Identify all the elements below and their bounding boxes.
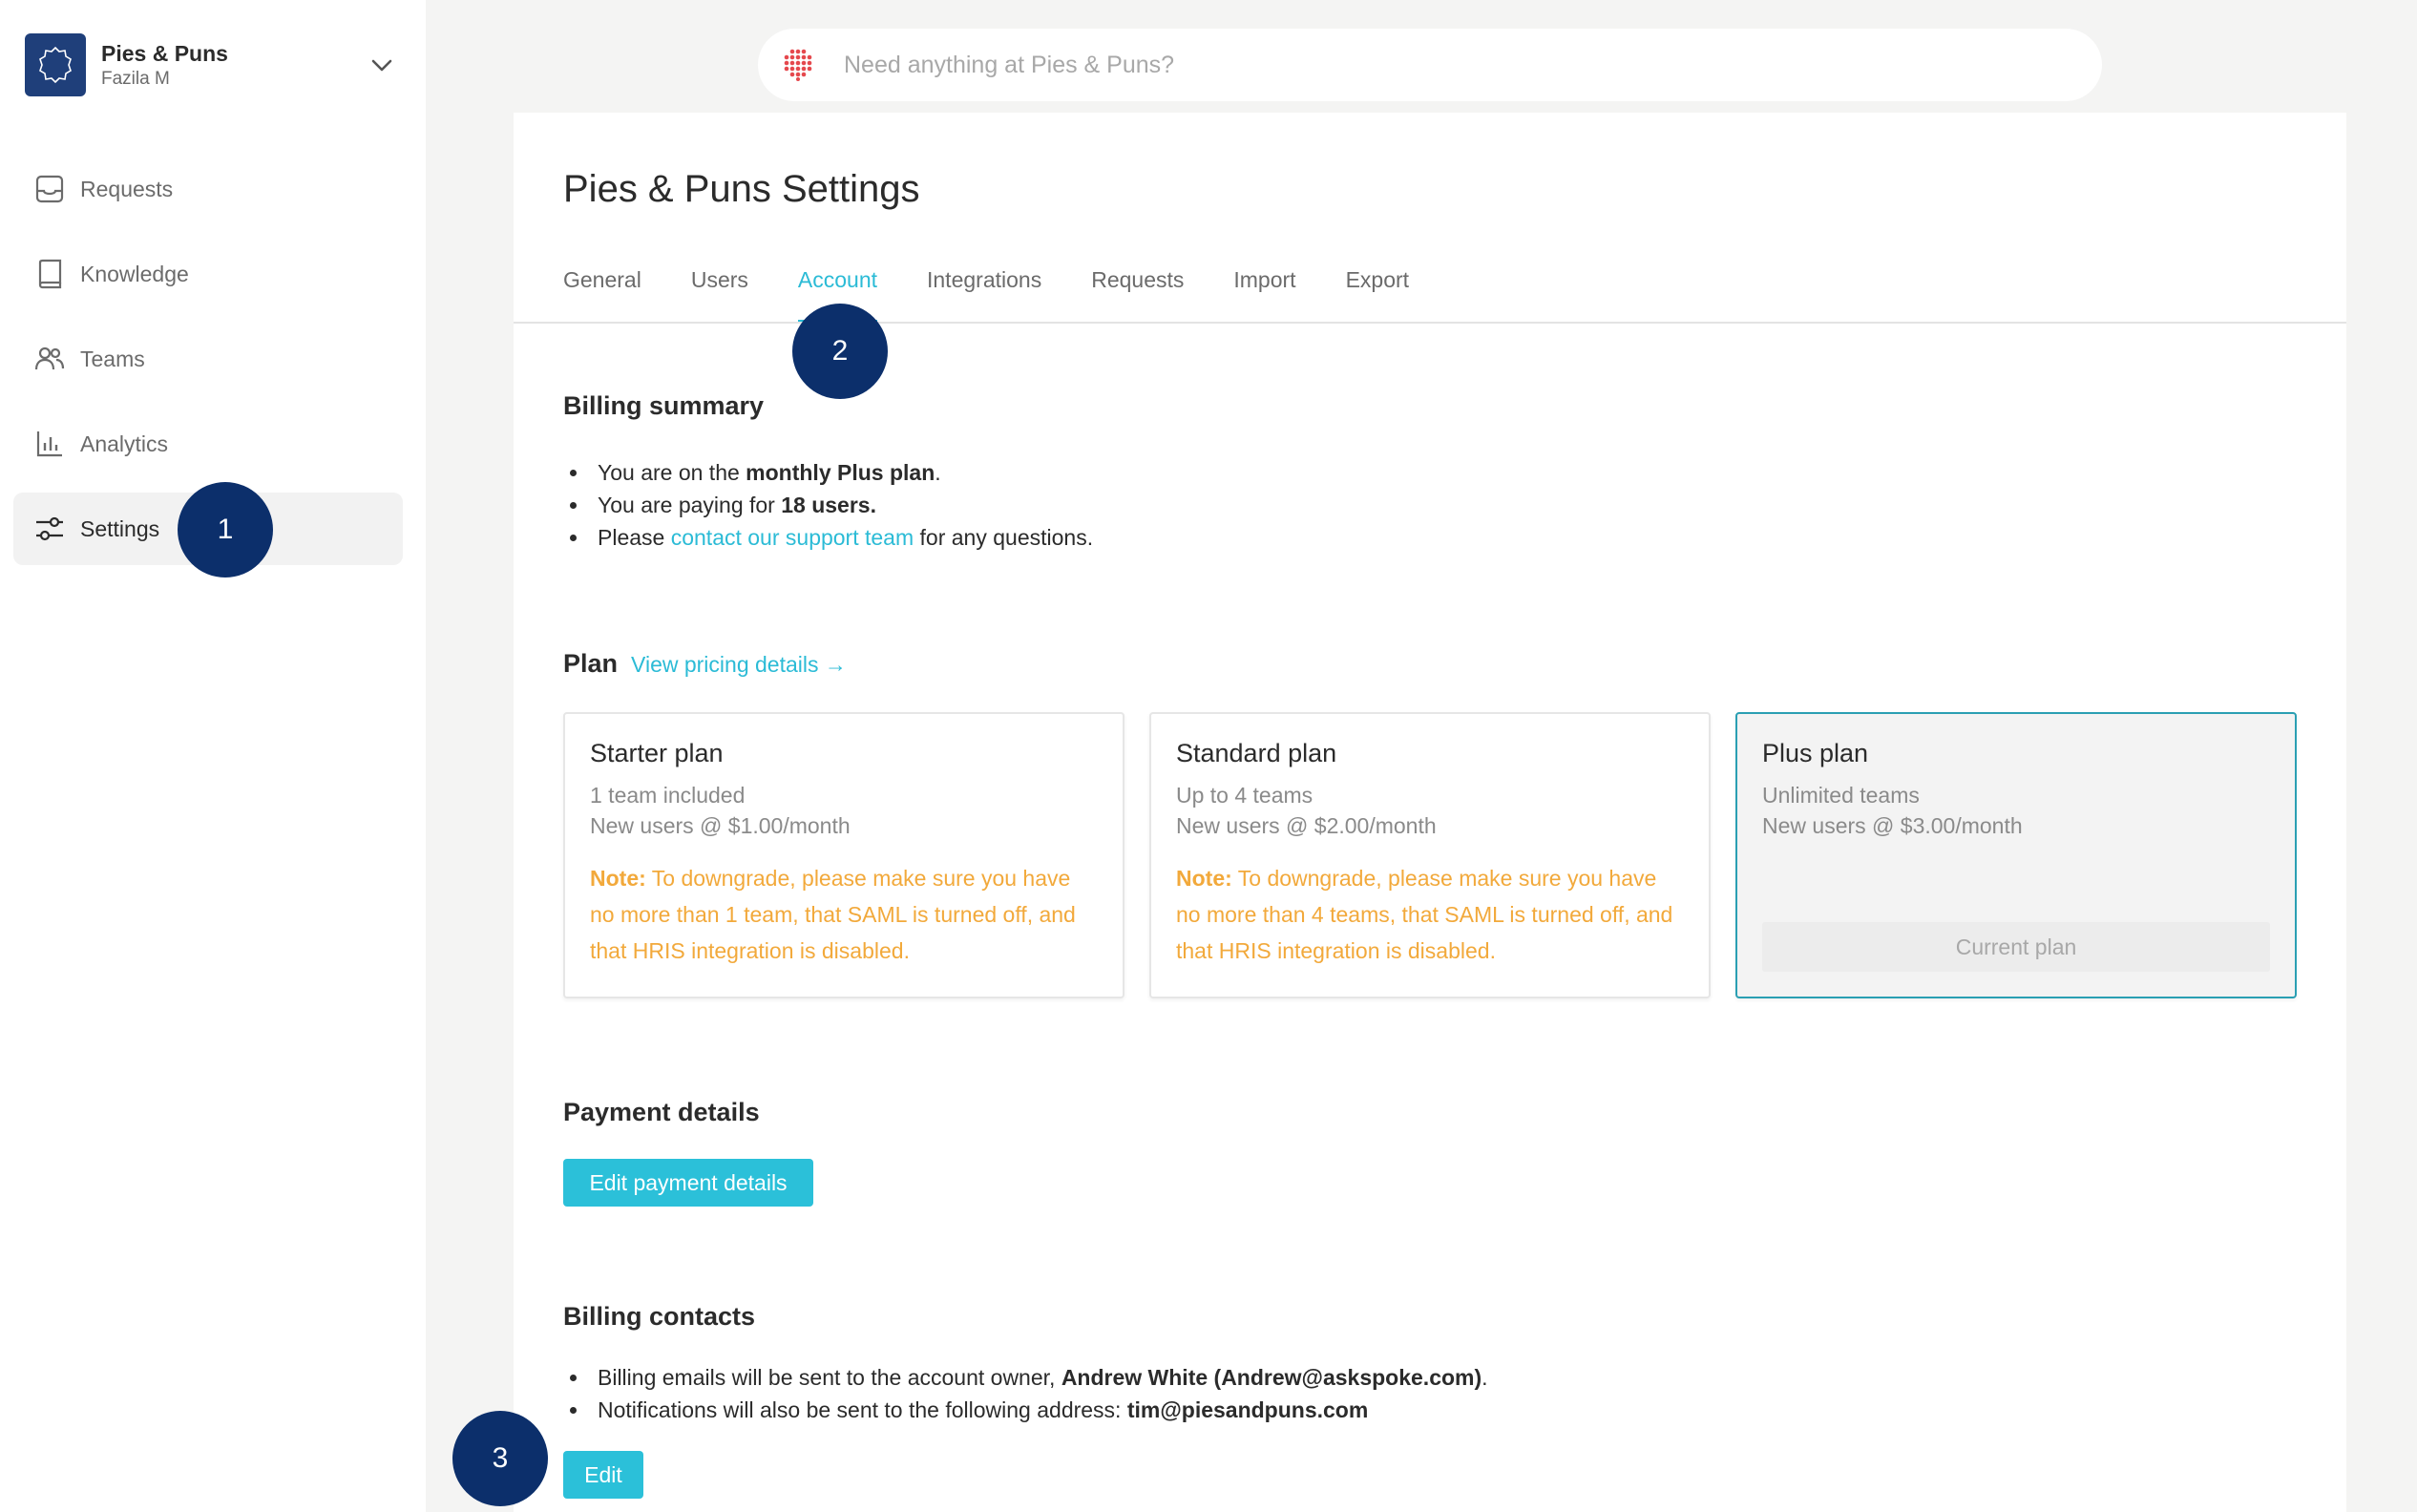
note-label: Note: (1176, 866, 1232, 891)
plan-name-bold: monthly Plus plan (746, 460, 935, 485)
search-input[interactable] (844, 51, 1989, 79)
contact-text: . (1482, 1365, 1488, 1390)
tab-requests[interactable]: Requests (1091, 265, 1184, 323)
plan-teams: 1 team included (590, 783, 746, 808)
sidebar-item-teams[interactable]: Teams (13, 323, 403, 395)
tab-export[interactable]: Export (1346, 265, 1409, 323)
dots-grid-icon (779, 46, 817, 84)
payment-details-title: Payment details (563, 1098, 760, 1126)
plan-card-plus: Plus plan Unlimited teams New users @ $3… (1735, 712, 2297, 998)
tab-users[interactable]: Users (691, 265, 748, 323)
plan-header: Plan View pricing details → (563, 649, 847, 679)
note-label: Note: (590, 866, 646, 891)
billing-contacts-title: Billing contacts (563, 1302, 756, 1331)
note-text: To downgrade, please make sure you have … (590, 866, 1076, 963)
sidebar-item-analytics[interactable]: Analytics (13, 408, 403, 480)
billing-text: Please (598, 525, 671, 550)
owner-bold: Andrew White (Andrew@askspoke.com) (1061, 1365, 1482, 1390)
org-logo-icon (25, 33, 86, 96)
sidebar-item-label: Requests (80, 176, 174, 201)
contact-text: Notifications will also be sent to the f… (598, 1397, 1127, 1422)
step-marker-3: 3 (452, 1411, 548, 1506)
contact-support-link[interactable]: contact our support team (671, 525, 914, 550)
contact-text: Billing emails will be sent to the accou… (598, 1365, 1061, 1390)
tabs-divider (514, 322, 2346, 324)
org-text: Pies & Puns Fazila M (101, 41, 228, 90)
tab-integrations[interactable]: Integrations (927, 265, 1041, 323)
tab-general[interactable]: General (563, 265, 641, 323)
billing-summary-list: You are on the monthly Plus plan. You ar… (590, 456, 1093, 554)
plan-price: New users @ $1.00/month (590, 813, 851, 838)
plan-card-standard[interactable]: Standard plan Up to 4 teams New users @ … (1149, 712, 1711, 998)
org-user: Fazila M (101, 68, 170, 89)
bar-chart-icon (34, 429, 65, 459)
plan-teams: Unlimited teams (1762, 783, 1920, 808)
billing-contacts-list: Billing emails will be sent to the accou… (590, 1361, 1488, 1426)
step-marker-1: 1 (178, 482, 273, 578)
org-name: Pies & Puns (101, 40, 228, 66)
inbox-icon (34, 174, 65, 204)
list-item: Please contact our support team for any … (590, 521, 1093, 554)
billing-text: . (935, 460, 941, 485)
plan-name: Starter plan (590, 739, 724, 767)
sidebar-item-label: Settings (80, 515, 160, 541)
user-count-bold: 18 users. (781, 493, 876, 517)
billing-text: You are paying for (598, 493, 782, 517)
chevron-down-icon[interactable] (367, 51, 397, 81)
current-plan-button: Current plan (1762, 922, 2270, 972)
sidebar-item-label: Knowledge (80, 261, 189, 286)
plan-title: Plan (563, 649, 619, 678)
view-pricing-link[interactable]: View pricing details → (631, 652, 847, 678)
sliders-icon (34, 514, 65, 544)
settings-tabs: General Users Account Integrations Reque… (563, 265, 1459, 323)
sidebar-item-knowledge[interactable]: Knowledge (13, 238, 403, 310)
plan-price: New users @ $3.00/month (1762, 813, 2023, 838)
note-text: To downgrade, please make sure you have … (1176, 866, 1673, 963)
sidebar-item-requests[interactable]: Requests (13, 153, 403, 225)
sidebar-item-label: Teams (80, 346, 145, 371)
step-marker-2: 2 (792, 304, 888, 399)
plan-card-starter[interactable]: Starter plan 1 team included New users @… (563, 712, 1124, 998)
sidebar-item-label: Analytics (80, 430, 169, 456)
list-item: You are on the monthly Plus plan. (590, 456, 1093, 489)
plan-note: Note: To downgrade, please make sure you… (590, 860, 1098, 969)
plan-teams: Up to 4 teams (1176, 783, 1314, 808)
edit-billing-contacts-button[interactable]: Edit (563, 1451, 643, 1499)
list-item: Billing emails will be sent to the accou… (590, 1361, 1488, 1394)
list-item: You are paying for 18 users. (590, 489, 1093, 521)
users-icon (34, 344, 65, 374)
org-switcher[interactable]: Pies & Puns Fazila M (25, 33, 397, 96)
plan-name: Standard plan (1176, 739, 1337, 767)
book-icon (34, 259, 65, 289)
sidebar: Pies & Puns Fazila M Requests Knowledge … (0, 0, 426, 1512)
plan-name: Plus plan (1762, 739, 1869, 767)
billing-summary-title: Billing summary (563, 391, 765, 420)
page-title: Pies & Puns Settings (563, 168, 920, 210)
list-item: Notifications will also be sent to the f… (590, 1394, 1488, 1426)
edit-payment-details-button[interactable]: Edit payment details (563, 1159, 813, 1207)
notify-email-bold: tim@piesandpuns.com (1126, 1397, 1369, 1422)
settings-card: Pies & Puns Settings General Users Accou… (514, 113, 2346, 1512)
billing-text: for any questions. (914, 525, 1094, 550)
plan-note: Note: To downgrade, please make sure you… (1176, 860, 1684, 969)
billing-text: You are on the (598, 460, 746, 485)
plan-price: New users @ $2.00/month (1176, 813, 1437, 838)
search-bar[interactable] (758, 29, 2102, 101)
tab-import[interactable]: Import (1233, 265, 1295, 323)
